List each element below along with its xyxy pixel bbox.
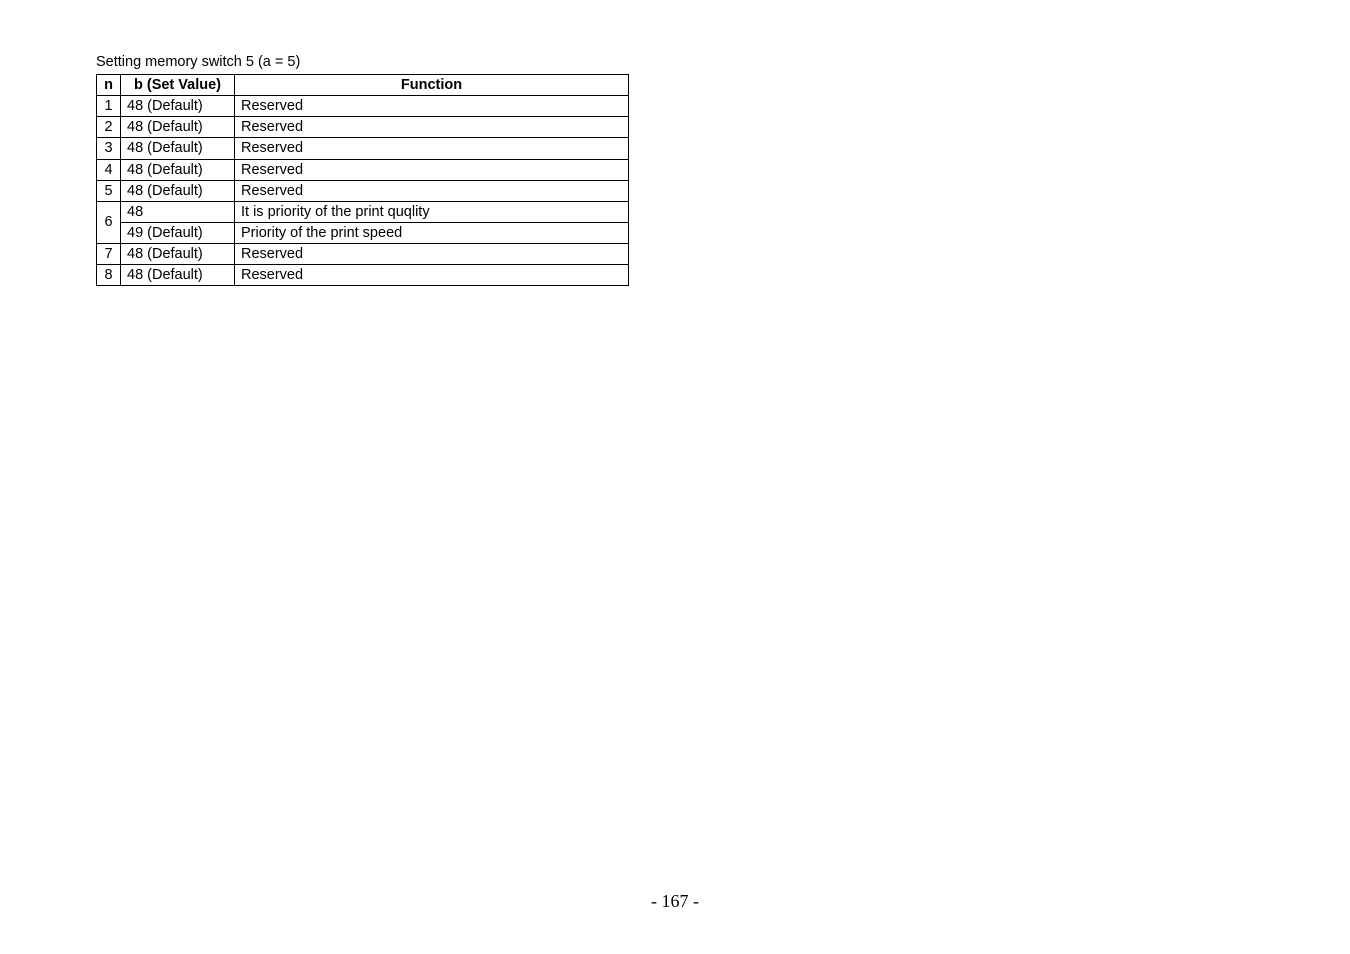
table-row: 7 48 (Default) Reserved [97,244,629,265]
table-row: 4 48 (Default) Reserved [97,159,629,180]
cell-n: 3 [97,138,121,159]
cell-n: 1 [97,96,121,117]
cell-n: 4 [97,159,121,180]
page-number: - 167 - [0,891,1350,912]
cell-function: Reserved [235,117,629,138]
table-row: 6 48 It is priority of the print quqlity [97,201,629,222]
table-header-row: n b (Set Value) Function [97,75,629,96]
header-b: b (Set Value) [121,75,235,96]
cell-b: 48 (Default) [121,117,235,138]
header-n: n [97,75,121,96]
cell-function: Priority of the print speed [235,222,629,243]
cell-b: 48 (Default) [121,244,235,265]
cell-b: 48 (Default) [121,159,235,180]
cell-function: It is priority of the print quqlity [235,201,629,222]
cell-function: Reserved [235,265,629,286]
cell-b: 48 (Default) [121,96,235,117]
cell-b: 48 (Default) [121,138,235,159]
cell-n: 5 [97,180,121,201]
cell-function: Reserved [235,180,629,201]
cell-b: 49 (Default) [121,222,235,243]
cell-n: 7 [97,244,121,265]
cell-n: 2 [97,117,121,138]
cell-b: 48 (Default) [121,180,235,201]
cell-function: Reserved [235,96,629,117]
memory-switch-table: n b (Set Value) Function 1 48 (Default) … [96,74,629,286]
cell-b: 48 [121,201,235,222]
table-caption: Setting memory switch 5 (a = 5) [96,54,629,70]
cell-function: Reserved [235,244,629,265]
table-row: 5 48 (Default) Reserved [97,180,629,201]
table-row: 3 48 (Default) Reserved [97,138,629,159]
content-area: Setting memory switch 5 (a = 5) n b (Set… [96,54,629,286]
table-row: 1 48 (Default) Reserved [97,96,629,117]
cell-b: 48 (Default) [121,265,235,286]
header-function: Function [235,75,629,96]
table-row: 49 (Default) Priority of the print speed [97,222,629,243]
cell-function: Reserved [235,159,629,180]
table-row: 8 48 (Default) Reserved [97,265,629,286]
cell-n: 8 [97,265,121,286]
cell-function: Reserved [235,138,629,159]
document-page: Setting memory switch 5 (a = 5) n b (Set… [0,0,1350,954]
table-row: 2 48 (Default) Reserved [97,117,629,138]
cell-n: 6 [97,201,121,243]
